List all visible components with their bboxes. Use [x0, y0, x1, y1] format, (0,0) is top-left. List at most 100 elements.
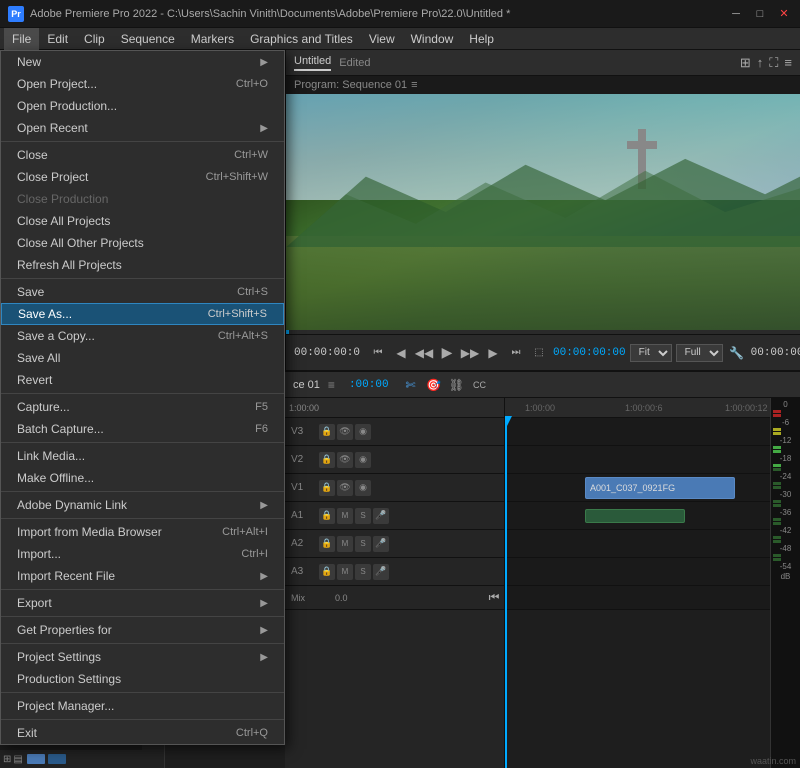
minimize-button[interactable]: ─ [728, 6, 744, 22]
maximize-button[interactable]: □ [752, 6, 768, 22]
monitor-icon-2[interactable]: ↑ [757, 55, 764, 71]
track-v3-lock[interactable]: 🔒 [319, 424, 335, 440]
menu-exit[interactable]: Exit Ctrl+Q [1, 722, 284, 744]
btn-next-frame[interactable]: ▶ [483, 343, 503, 363]
monitor-icon-1[interactable]: ⊞ [740, 55, 751, 71]
vu-bar-danger [773, 410, 781, 413]
track-a2-lock[interactable]: 🔒 [319, 536, 335, 552]
track-v1-sync[interactable]: ◉ [355, 480, 371, 496]
menu-open-recent[interactable]: Open Recent ▶ [1, 117, 284, 139]
btn-export[interactable]: ⬚ [529, 343, 549, 363]
monitor-menu[interactable]: ≡ [784, 55, 792, 71]
menu-export[interactable]: Export ▶ [1, 592, 284, 614]
menu-close-all[interactable]: Close All Projects [1, 210, 284, 232]
menu-project-settings[interactable]: Project Settings ▶ [1, 646, 284, 668]
mix-button[interactable]: ⏮ [484, 588, 504, 608]
btn-wrench[interactable]: 🔧 [727, 343, 747, 363]
menu-sequence[interactable]: Sequence [113, 28, 183, 50]
clip-a1[interactable] [585, 509, 685, 523]
menu-get-properties[interactable]: Get Properties for ▶ [1, 619, 284, 641]
track-a3-lock[interactable]: 🔒 [319, 564, 335, 580]
btn-play[interactable]: ▶ [437, 343, 457, 363]
monitor-fullscreen[interactable]: ⛶ [769, 55, 778, 71]
track-area-v3[interactable] [505, 418, 770, 446]
track-area-a1[interactable] [505, 502, 770, 530]
menu-revert[interactable]: Revert [1, 369, 284, 391]
btn-forward[interactable]: ▶▶ [460, 343, 480, 363]
menu-edit[interactable]: Edit [39, 28, 76, 50]
menu-new[interactable]: New ▶ [1, 51, 284, 73]
timeline-btn-cut[interactable]: ✄ [401, 375, 421, 395]
timeline-menu[interactable]: ≡ [328, 378, 335, 392]
menu-import-browser[interactable]: Import from Media Browser Ctrl+Alt+I [1, 521, 284, 543]
menu-close[interactable]: Close Ctrl+W [1, 144, 284, 166]
track-a1-lock[interactable]: 🔒 [319, 508, 335, 524]
track-a3-s[interactable]: S [355, 564, 371, 580]
menu-file[interactable]: File [4, 28, 39, 50]
menu-save[interactable]: Save Ctrl+S [1, 281, 284, 303]
menu-window[interactable]: Window [403, 28, 462, 50]
source-icon-view[interactable]: ▤ [13, 754, 22, 765]
track-a1-mic[interactable]: 🎤 [373, 508, 389, 524]
timeline-btn-link[interactable]: ⛓ [447, 375, 467, 395]
track-v3-eye[interactable]: 👁 [337, 424, 353, 440]
menu-help[interactable]: Help [461, 28, 502, 50]
btn-back[interactable]: ◀◀ [414, 343, 434, 363]
track-a1-m[interactable]: M [337, 508, 353, 524]
menu-open-project[interactable]: Open Project... Ctrl+O [1, 73, 284, 95]
tab-edited[interactable]: Edited [339, 57, 370, 69]
track-a1-label: A1 [285, 510, 315, 521]
tab-untitled[interactable]: Untitled [294, 55, 331, 71]
menu-make-offline[interactable]: Make Offline... [1, 467, 284, 489]
quality-select[interactable]: Full [676, 344, 723, 362]
menu-import[interactable]: Import... Ctrl+I [1, 543, 284, 565]
track-v2-eye[interactable]: 👁 [337, 452, 353, 468]
menu-adobe-dynamic[interactable]: Adobe Dynamic Link ▶ [1, 494, 284, 516]
menu-view[interactable]: View [361, 28, 403, 50]
track-a3-mic[interactable]: 🎤 [373, 564, 389, 580]
menu-batch-capture[interactable]: Batch Capture... F6 [1, 418, 284, 440]
timeline-btn-cc[interactable]: CC [470, 375, 490, 395]
btn-prev-frame[interactable]: ◀ [391, 343, 411, 363]
track-area-a2[interactable] [505, 530, 770, 558]
menu-project-manager[interactable]: Project Manager... [1, 695, 284, 717]
track-a2-m[interactable]: M [337, 536, 353, 552]
track-a1-s[interactable]: S [355, 508, 371, 524]
track-v3-sync[interactable]: ◉ [355, 424, 371, 440]
menu-save-all[interactable]: Save All [1, 347, 284, 369]
menu-save-copy[interactable]: Save a Copy... Ctrl+Alt+S [1, 325, 284, 347]
vu-label-36: -36 [773, 508, 798, 517]
source-list-view[interactable]: ⊞ [3, 754, 11, 765]
scrubber-bar[interactable] [286, 330, 800, 334]
track-v1-eye[interactable]: 👁 [337, 480, 353, 496]
menu-capture[interactable]: Capture... F5 [1, 396, 284, 418]
track-area-v2[interactable] [505, 446, 770, 474]
menu-close-project[interactable]: Close Project Ctrl+Shift+W [1, 166, 284, 188]
track-v2-sync[interactable]: ◉ [355, 452, 371, 468]
sequence-tab[interactable]: ce 01 [293, 379, 320, 391]
track-a3-m[interactable]: M [337, 564, 353, 580]
menu-save-as[interactable]: Save As... Ctrl+Shift+S [1, 303, 284, 325]
menu-graphics[interactable]: Graphics and Titles [242, 28, 361, 50]
track-a2-mic[interactable]: 🎤 [373, 536, 389, 552]
close-button[interactable]: ✕ [776, 6, 792, 22]
menu-refresh-all[interactable]: Refresh All Projects [1, 254, 284, 276]
menu-markers[interactable]: Markers [183, 28, 242, 50]
menu-close-others[interactable]: Close All Other Projects [1, 232, 284, 254]
track-area-a3[interactable] [505, 558, 770, 586]
program-label-menu[interactable]: ≡ [411, 79, 417, 91]
track-area-v1[interactable]: A001_C037_0921FG [505, 474, 770, 502]
track-v2-lock[interactable]: 🔒 [319, 452, 335, 468]
menu-import-recent[interactable]: Import Recent File ▶ [1, 565, 284, 587]
btn-step-back[interactable]: ⏮ [368, 343, 388, 363]
menu-open-production[interactable]: Open Production... [1, 95, 284, 117]
track-a2-s[interactable]: S [355, 536, 371, 552]
menu-clip[interactable]: Clip [76, 28, 113, 50]
track-v1-lock[interactable]: 🔒 [319, 480, 335, 496]
menu-production-settings[interactable]: Production Settings [1, 668, 284, 690]
btn-step-fwd[interactable]: ⏭ [506, 343, 526, 363]
clip-v1[interactable]: A001_C037_0921FG [585, 477, 735, 499]
menu-link-media[interactable]: Link Media... [1, 445, 284, 467]
fit-select[interactable]: Fit [630, 344, 672, 362]
timeline-btn-track[interactable]: 🎯 [424, 375, 444, 395]
